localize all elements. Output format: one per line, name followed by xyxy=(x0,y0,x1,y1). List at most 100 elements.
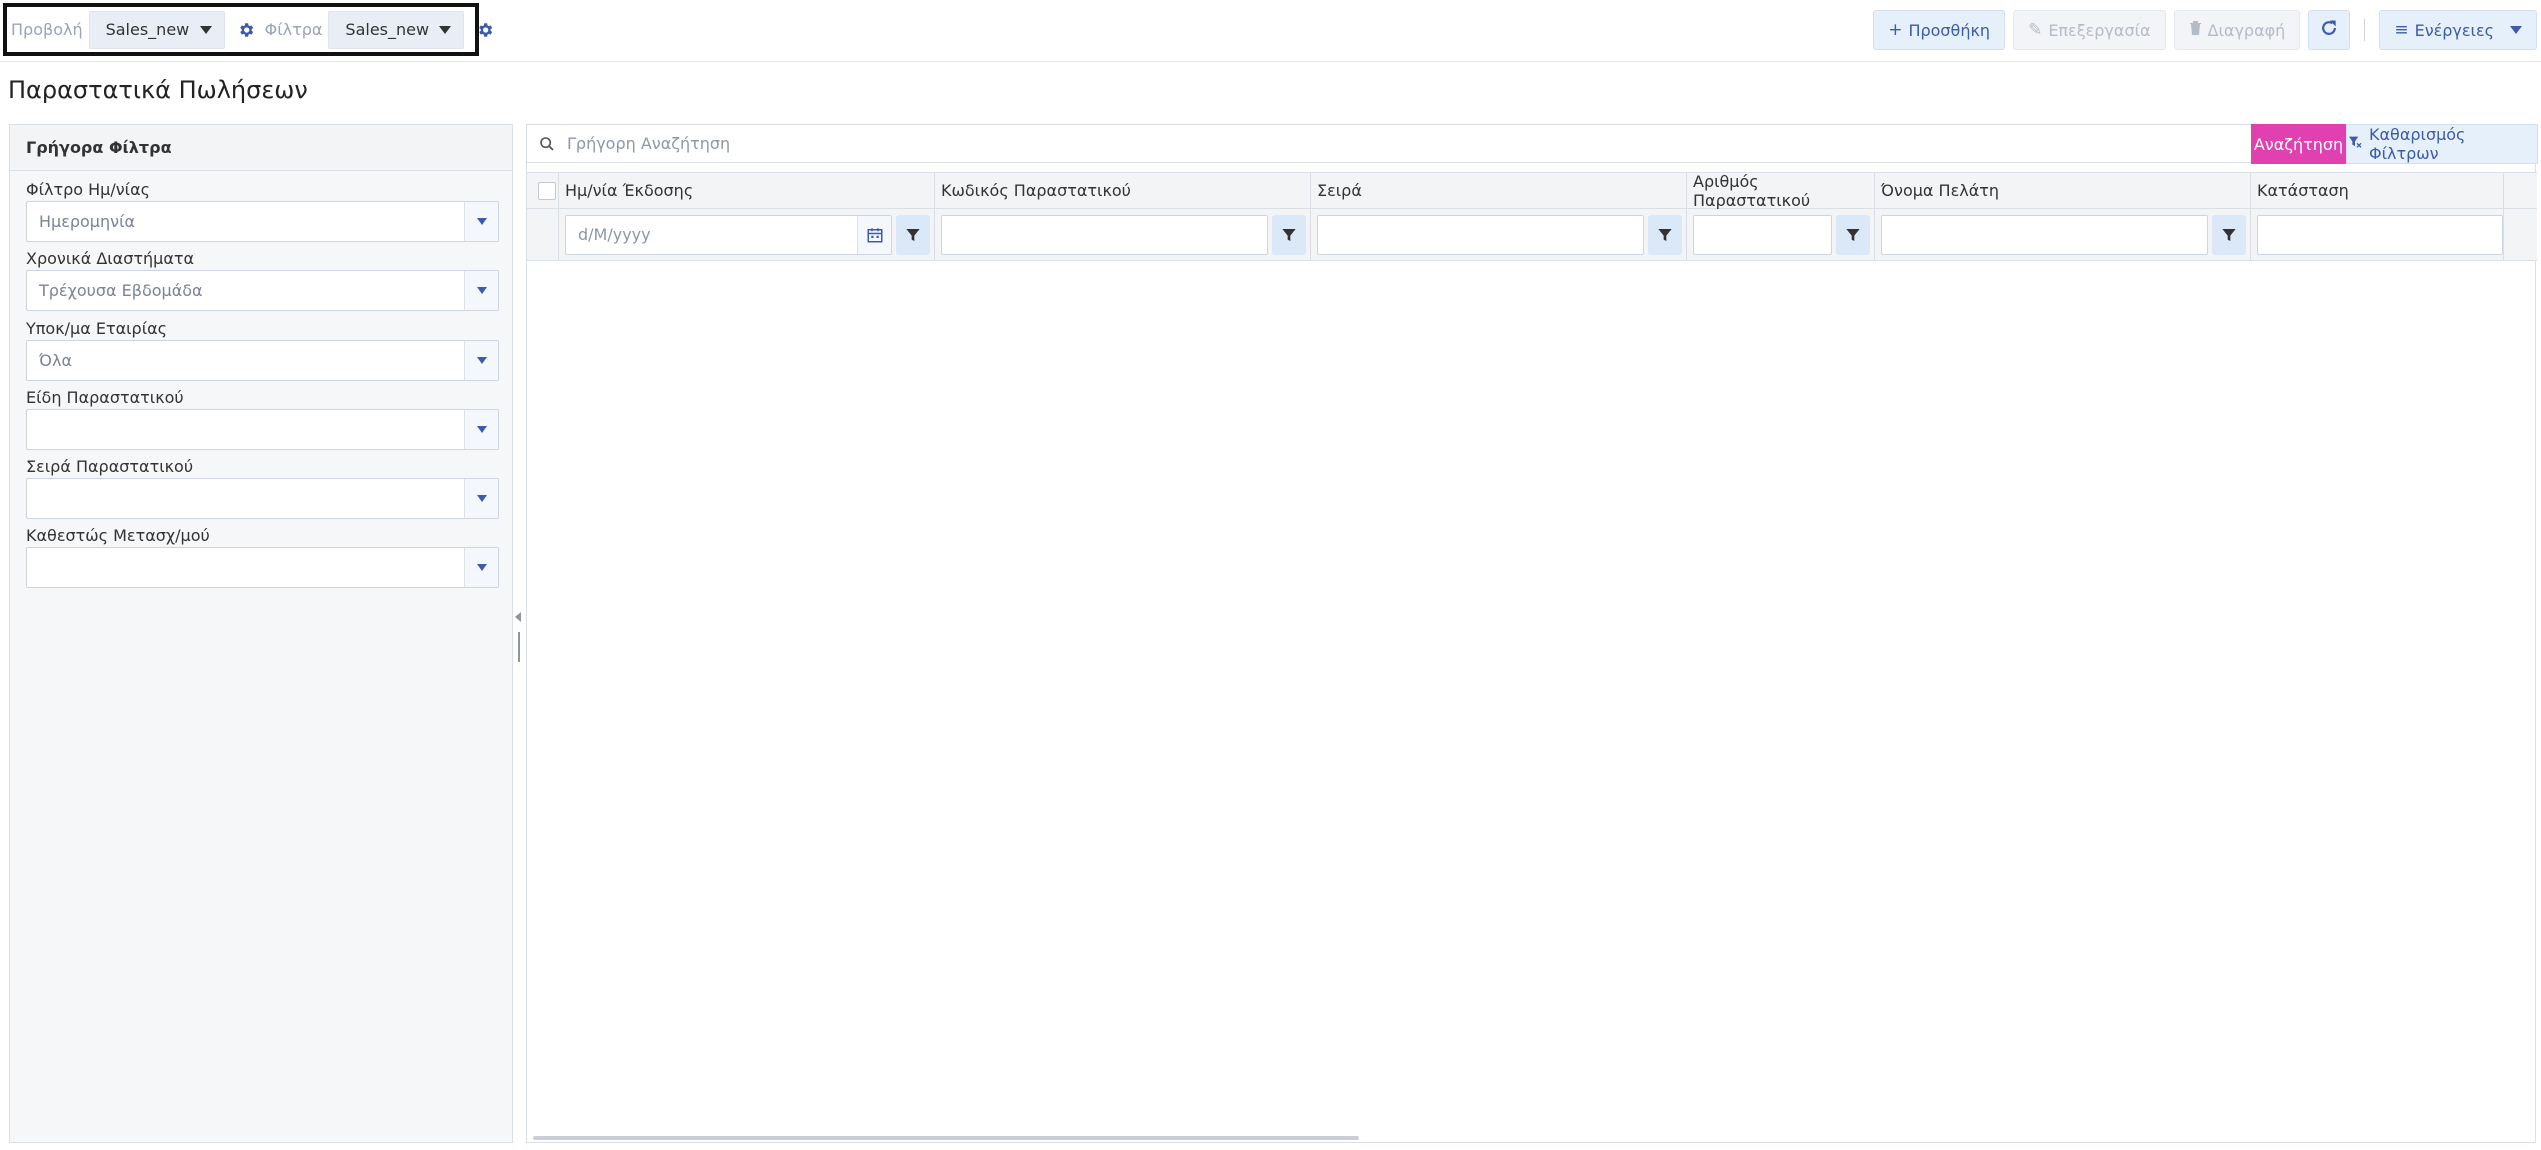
filters-label: Φίλτρα xyxy=(264,20,323,39)
combo-value: Όλα xyxy=(39,351,73,370)
document-type-filter-group: Είδη Παραστατικού xyxy=(26,387,499,450)
calendar-icon[interactable] xyxy=(857,215,891,254)
clear-filters-label: Καθαρισμός Φίλτρων xyxy=(2369,125,2466,163)
add-button-label: Προσθήκη xyxy=(1908,20,1991,40)
column-header[interactable]: Αριθμός Παραστατικού xyxy=(1687,172,1875,210)
collapse-left-icon[interactable] xyxy=(515,612,521,622)
refresh-button[interactable] xyxy=(2308,10,2351,50)
column-header[interactable]: Σειρά xyxy=(1311,173,1687,208)
transformation-status-select[interactable] xyxy=(26,547,499,588)
branch-select[interactable]: Όλα xyxy=(26,340,499,381)
edit-button[interactable]: ✎ Επεξεργασία xyxy=(2013,10,2166,50)
select-all-checkbox[interactable] xyxy=(538,181,556,200)
actions-menu-button[interactable]: ≡ Ενέργειες xyxy=(2379,10,2537,50)
clear-filters-button[interactable]: Καθαρισμός Φίλτρων xyxy=(2346,124,2538,164)
view-select[interactable]: Sales_new xyxy=(88,10,225,49)
date-placeholder: d/M/yyyy xyxy=(578,225,651,244)
chevron-down-icon[interactable] xyxy=(464,341,498,380)
document-series-filter-group: Σειρά Παραστατικού xyxy=(26,456,499,519)
filter-label: Υποκ/μα Εταιρίας xyxy=(26,319,168,338)
pencil-icon: ✎ xyxy=(2028,20,2043,40)
column-header[interactable]: Κατάσταση xyxy=(2251,173,2504,208)
code-column-filter xyxy=(935,209,1311,260)
trash-icon xyxy=(2189,20,2202,40)
horizontal-scrollbar[interactable] xyxy=(533,1136,1359,1140)
filter-icon[interactable] xyxy=(1272,214,1306,255)
view-label: Προβολή xyxy=(11,20,83,39)
code-filter-input[interactable] xyxy=(941,214,1268,255)
column-header[interactable]: Ημ/νία Έκδοσης xyxy=(559,173,935,208)
combo-value: Τρέχουσα Εβδομάδα xyxy=(39,281,203,300)
document-series-select[interactable] xyxy=(26,478,499,519)
chevron-down-icon[interactable] xyxy=(464,479,498,518)
chevron-down-icon[interactable] xyxy=(464,202,498,241)
delete-button-label: Διαγραφή xyxy=(2207,20,2286,40)
filter-label: Είδη Παραστατικού xyxy=(26,388,184,407)
add-button[interactable]: + Προσθήκη xyxy=(1873,10,2006,50)
plus-icon: + xyxy=(1888,20,1903,40)
toolbar-divider xyxy=(2364,19,2366,41)
search-button[interactable]: Αναζήτηση xyxy=(2251,124,2346,164)
chevron-down-icon[interactable] xyxy=(464,410,498,449)
number-column-filter xyxy=(1687,209,1875,260)
menu-icon: ≡ xyxy=(2394,20,2409,40)
refresh-icon xyxy=(2319,18,2339,42)
chevron-down-icon xyxy=(2510,26,2522,34)
delete-button[interactable]: Διαγραφή xyxy=(2173,10,2301,50)
customer-filter-input[interactable] xyxy=(1881,214,2208,255)
filter-label: Χρονικά Διαστήματα xyxy=(26,249,195,268)
status-column-filter xyxy=(2251,209,2504,260)
document-type-select[interactable] xyxy=(26,409,499,450)
top-toolbar: Προβολή Sales_new Φίλτρα Sales_new + Προ… xyxy=(0,0,2541,62)
quick-filters-panel: Γρήγορα Φίλτρα Φίλτρο Ημ/νίας Ημερομηνία… xyxy=(9,124,513,1143)
filter-icon[interactable] xyxy=(896,214,930,255)
column-header[interactable]: Κωδικός Παραστατικού xyxy=(935,173,1311,208)
filters-select[interactable]: Sales_new xyxy=(328,10,465,49)
select-all-column xyxy=(527,173,559,208)
edit-button-label: Επεξεργασία xyxy=(2048,20,2151,40)
panel-splitter[interactable] xyxy=(513,124,525,1143)
customer-column-filter xyxy=(1875,209,2251,260)
grid-header-row: Ημ/νία Έκδοσης Κωδικός Παραστατικού Σειρ… xyxy=(527,172,2537,210)
status-filter-input[interactable] xyxy=(2257,214,2503,255)
filter-icon[interactable] xyxy=(1836,214,1870,255)
quick-search-bar: Αναζήτηση Καθαρισμός Φίλτρων xyxy=(527,124,2538,164)
view-filter-selector: Προβολή Sales_new Φίλτρα Sales_new xyxy=(3,3,493,56)
gear-icon[interactable] xyxy=(237,19,255,41)
quick-search-input[interactable] xyxy=(567,125,2537,162)
filter-clear-icon xyxy=(2347,134,2363,154)
filter-label: Σειρά Παραστατικού xyxy=(26,457,194,476)
column-header[interactable]: Όνομα Πελάτη xyxy=(1875,173,2251,208)
time-period-select[interactable]: Τρέχουσα Εβδομάδα xyxy=(26,270,499,311)
filter-label: Φίλτρο Ημ/νίας xyxy=(26,180,151,199)
date-column-filter: d/M/yyyy xyxy=(559,209,935,260)
combo-value: Ημερομηνία xyxy=(39,212,136,231)
filter-icon[interactable] xyxy=(2212,214,2246,255)
page-title: Παραστατικά Πωλήσεων xyxy=(8,76,308,104)
actions-button-label: Ενέργειες xyxy=(2414,20,2494,40)
grid-filter-row: d/M/yyyy xyxy=(527,209,2537,261)
toolbar-actions: + Προσθήκη ✎ Επεξεργασία Διαγραφή ≡ Ενέρ… xyxy=(1865,10,2541,50)
documents-grid: Αναζήτηση Καθαρισμός Φίλτρων Ημ/νία Έκδο… xyxy=(526,124,2538,1143)
gear-icon[interactable] xyxy=(476,19,494,41)
branch-filter-group: Υποκ/μα Εταιρίας Όλα xyxy=(26,318,499,381)
chevron-down-icon xyxy=(439,25,452,34)
time-period-filter-group: Χρονικά Διαστήματα Τρέχουσα Εβδομάδα xyxy=(26,248,499,311)
splitter-handle[interactable] xyxy=(518,632,520,662)
series-filter-input[interactable] xyxy=(1317,214,1644,255)
quick-filters-title: Γρήγορα Φίλτρα xyxy=(10,125,512,171)
search-icon xyxy=(527,136,567,152)
filters-select-value: Sales_new xyxy=(345,20,430,39)
transformation-status-filter-group: Καθεστώς Μετασχ/μού xyxy=(26,525,499,588)
number-filter-input[interactable] xyxy=(1693,214,1832,255)
chevron-down-icon xyxy=(199,25,212,34)
date-filter-input[interactable]: d/M/yyyy xyxy=(565,214,892,255)
chevron-down-icon[interactable] xyxy=(464,548,498,587)
filter-spacer xyxy=(527,209,559,260)
chevron-down-icon[interactable] xyxy=(464,271,498,310)
series-column-filter xyxy=(1311,209,1687,260)
filter-icon[interactable] xyxy=(1648,214,1682,255)
date-filter-select[interactable]: Ημερομηνία xyxy=(26,201,499,242)
date-filter-group: Φίλτρο Ημ/νίας Ημερομηνία xyxy=(26,179,499,242)
filter-label: Καθεστώς Μετασχ/μού xyxy=(26,526,210,545)
